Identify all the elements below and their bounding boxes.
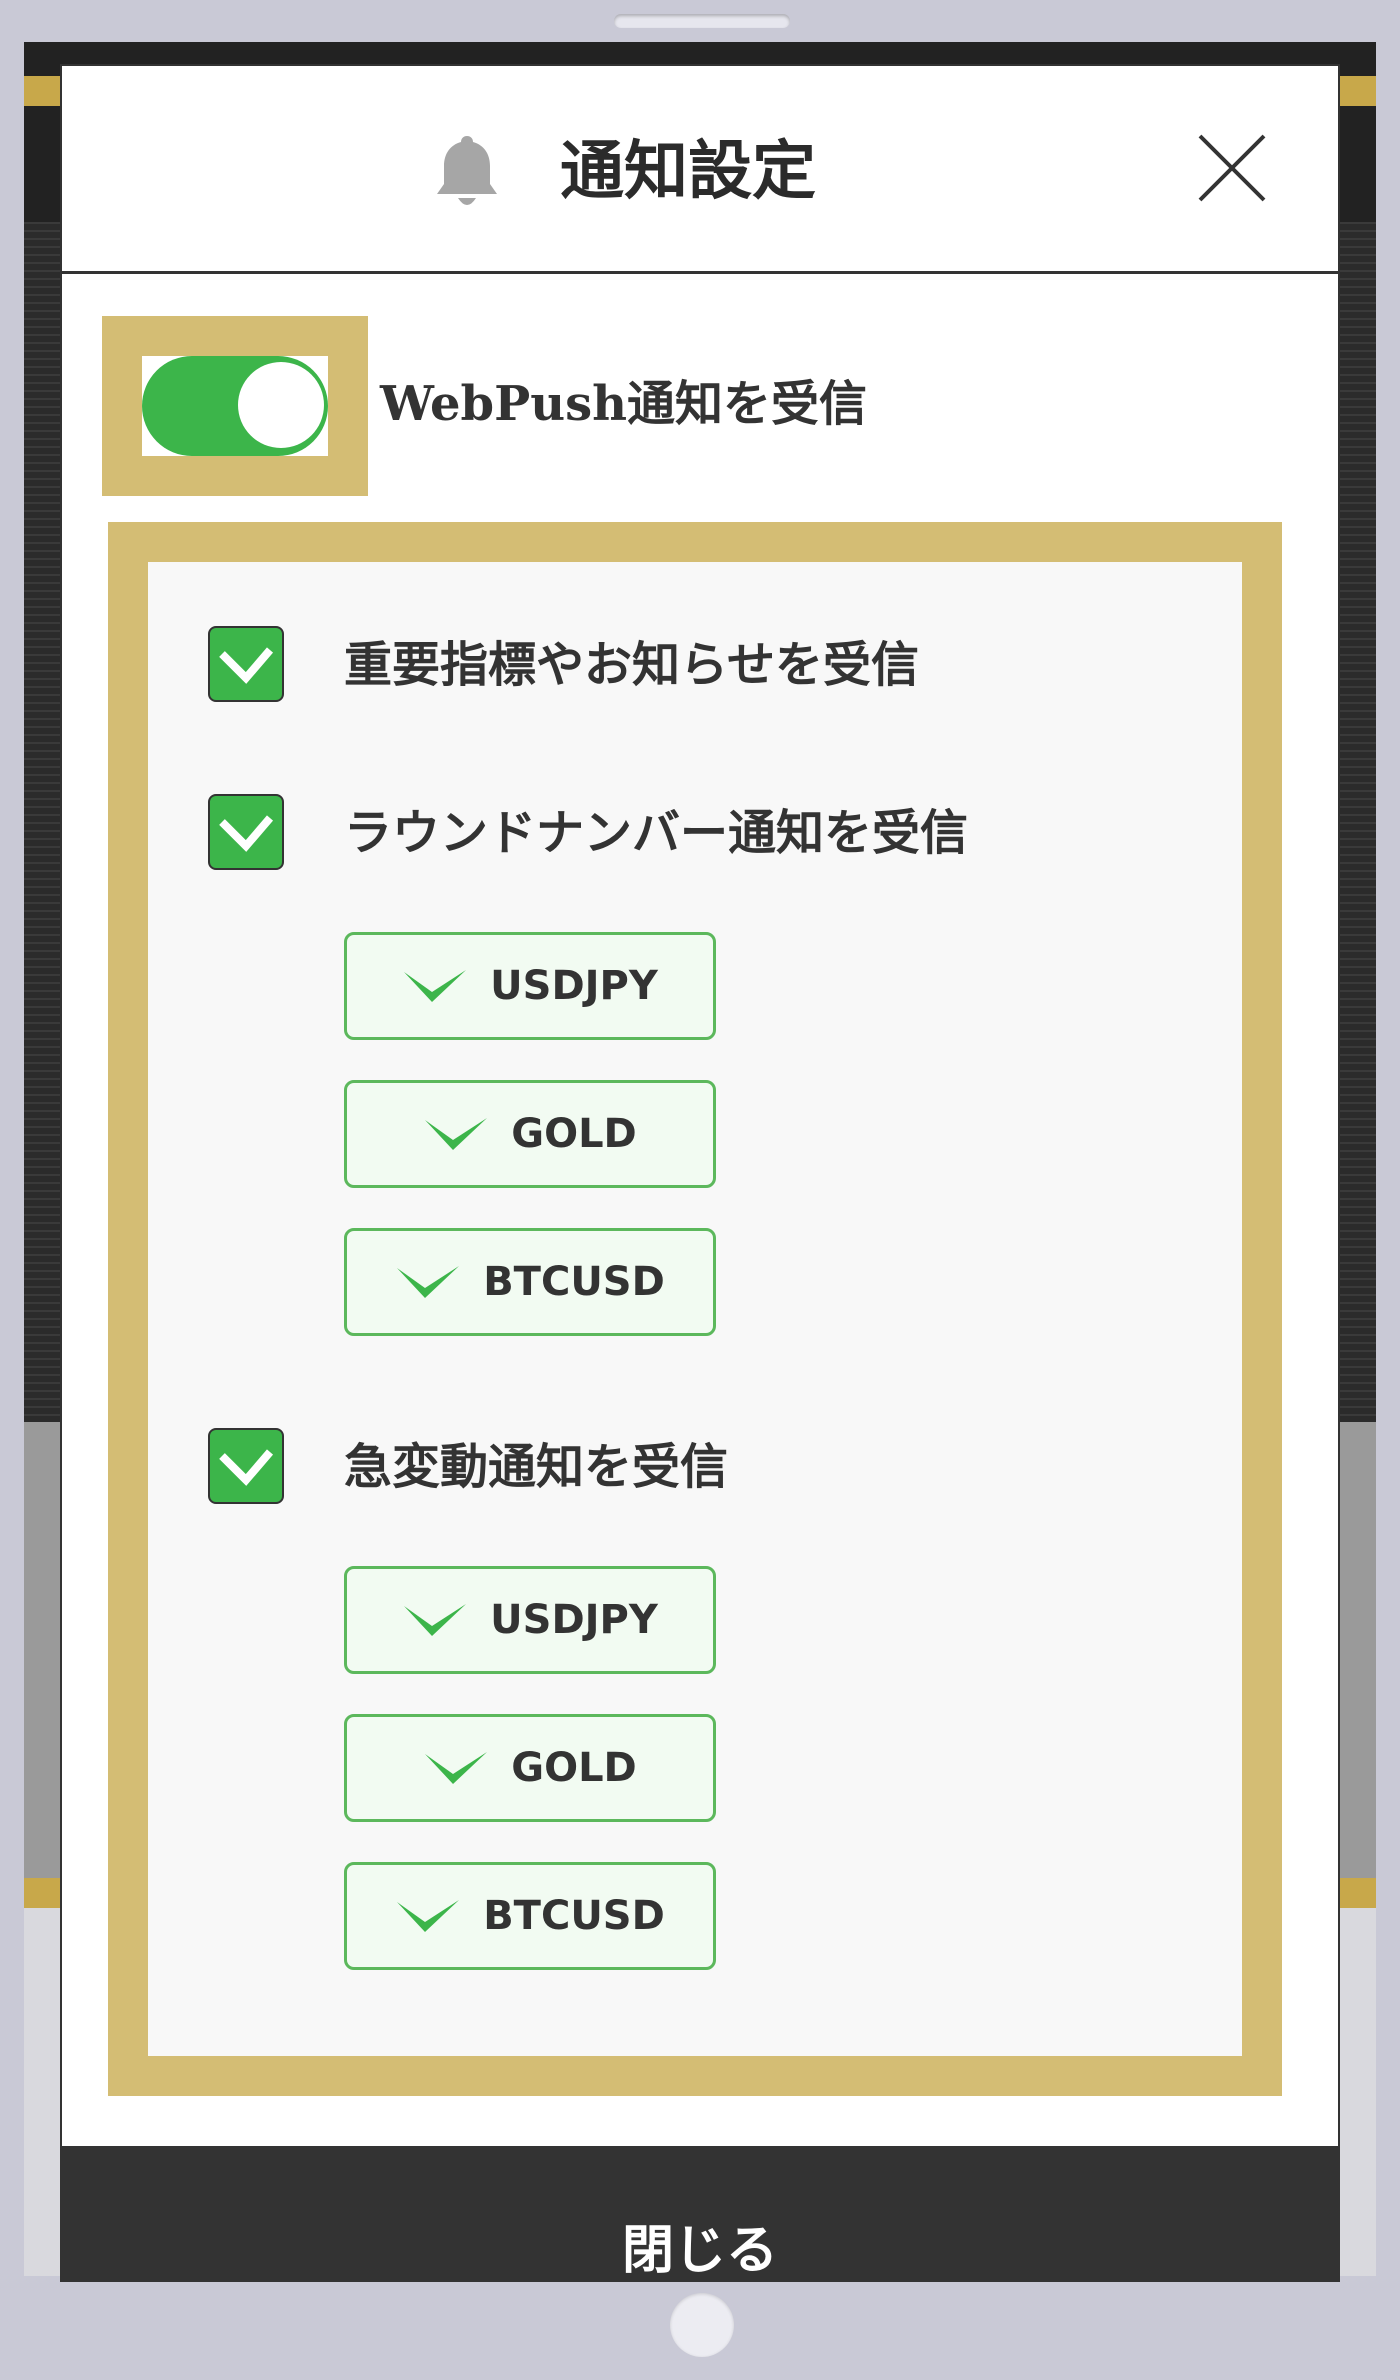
symbol-label: GOLD <box>511 1111 637 1157</box>
symbol-label: USDJPY <box>490 1597 658 1643</box>
check-icon <box>404 1604 467 1636</box>
home-button[interactable] <box>670 2293 734 2357</box>
phone-speaker <box>614 14 790 28</box>
close-modal-label: 閉じる <box>621 2220 778 2281</box>
round-number-symbol-btcusd[interactable]: BTCUSD <box>344 1228 716 1336</box>
symbol-button-content: GOLD <box>347 1717 713 1819</box>
round-number-checkbox[interactable] <box>208 794 284 870</box>
symbol-button-content: USDJPY <box>347 1569 713 1671</box>
volatility-label: 急変動通知を受信 <box>344 1439 729 1495</box>
modal-header: 通知設定 <box>62 66 1338 274</box>
check-icon <box>219 815 274 852</box>
notification-options-highlight: 重要指標やお知らせを受信 ラウンドナンバー通知を受信 USDJPY GOLD B… <box>108 522 1282 2096</box>
round-number-row: ラウンドナンバー通知を受信 <box>148 794 1148 874</box>
volatility-symbol-gold[interactable]: GOLD <box>344 1714 716 1822</box>
check-icon <box>397 1900 460 1932</box>
symbol-label: BTCUSD <box>483 1893 665 1939</box>
round-number-symbol-usdjpy[interactable]: USDJPY <box>344 932 716 1040</box>
webpush-toggle-label: WebPush通知を受信 <box>380 376 868 432</box>
webpush-toggle[interactable] <box>142 356 328 456</box>
symbol-label: GOLD <box>511 1745 637 1791</box>
volatility-row: 急変動通知を受信 <box>148 1428 1148 1508</box>
symbol-button-content: BTCUSD <box>347 1865 713 1967</box>
check-icon <box>404 970 467 1002</box>
check-icon <box>219 647 274 684</box>
notification-settings-modal: 通知設定 WebPush通知を受信 重要指標やお知らせを受信 ラウンドナンバー通… <box>60 64 1340 2282</box>
check-icon <box>397 1266 460 1298</box>
modal-title: 通知設定 <box>560 134 816 209</box>
volatility-symbol-btcusd[interactable]: BTCUSD <box>344 1862 716 1970</box>
symbol-button-content: USDJPY <box>347 935 713 1037</box>
round-number-label: ラウンドナンバー通知を受信 <box>344 805 969 861</box>
webpush-toggle-highlight <box>102 316 368 496</box>
close-icon[interactable] <box>1196 132 1268 204</box>
bell-icon <box>437 136 497 205</box>
important-notice-row: 重要指標やお知らせを受信 <box>148 626 1148 706</box>
important-notice-label: 重要指標やお知らせを受信 <box>344 637 920 693</box>
symbol-button-content: GOLD <box>347 1083 713 1185</box>
symbol-button-content: BTCUSD <box>347 1231 713 1333</box>
symbol-label: USDJPY <box>490 963 658 1009</box>
volatility-symbol-usdjpy[interactable]: USDJPY <box>344 1566 716 1674</box>
check-icon <box>425 1752 488 1784</box>
symbol-label: BTCUSD <box>483 1259 665 1305</box>
check-icon <box>219 1449 274 1486</box>
volatility-checkbox[interactable] <box>208 1428 284 1504</box>
close-modal-button[interactable]: 閉じる <box>62 2146 1338 2281</box>
check-icon <box>425 1118 488 1150</box>
toggle-knob <box>238 362 324 448</box>
round-number-symbol-gold[interactable]: GOLD <box>344 1080 716 1188</box>
important-notice-checkbox[interactable] <box>208 626 284 702</box>
notification-options-panel: 重要指標やお知らせを受信 ラウンドナンバー通知を受信 USDJPY GOLD B… <box>148 562 1242 2056</box>
